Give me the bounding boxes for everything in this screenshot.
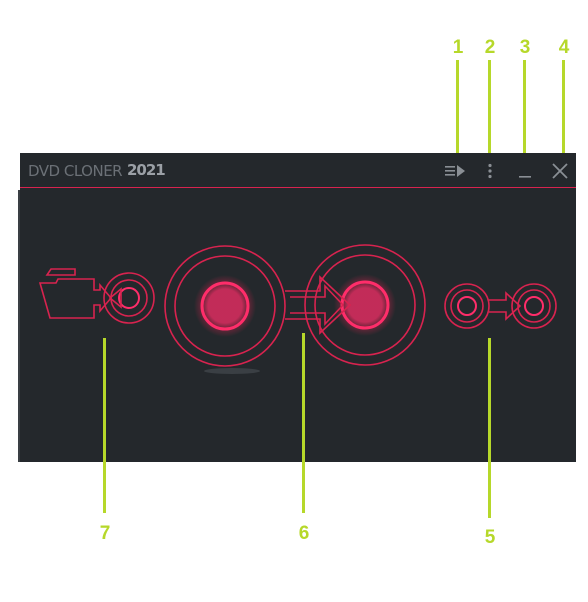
callout-7: 7 [99,523,111,544]
video-converter-button[interactable] [38,268,155,324]
app-title: DVD CLONER [28,162,123,180]
callout-line-3 [523,60,526,165]
callout-3: 3 [519,37,531,58]
callout-line-5 [488,338,491,518]
callout-line-6 [302,333,305,513]
callout-line-1 [456,60,459,165]
titlebar: DVD CLONER 2021 [20,153,576,188]
minimize-button[interactable] [510,153,540,188]
callout-2: 2 [484,37,496,58]
callout-line-2 [488,60,491,165]
mini-clone-icon [444,283,557,329]
main-clone-button[interactable] [164,244,426,374]
callout-line-7 [103,338,106,513]
callout-5: 5 [484,527,496,548]
main-clone-icon [164,244,426,374]
callout-6: 6 [298,523,310,544]
minimize-icon [519,175,531,178]
callout-4: 4 [558,37,570,58]
app-year: 2021 [127,161,166,179]
callout-line-4 [562,60,565,165]
close-icon [552,162,568,179]
queue-play-icon [445,164,465,177]
extra-tools-button[interactable] [444,283,557,329]
camera-converter-icon [38,268,155,324]
close-button[interactable] [545,153,575,188]
more-menu-button[interactable] [475,153,505,188]
queue-play-button[interactable] [440,153,470,188]
more-vert-icon [488,163,492,178]
callout-1: 1 [452,37,464,58]
